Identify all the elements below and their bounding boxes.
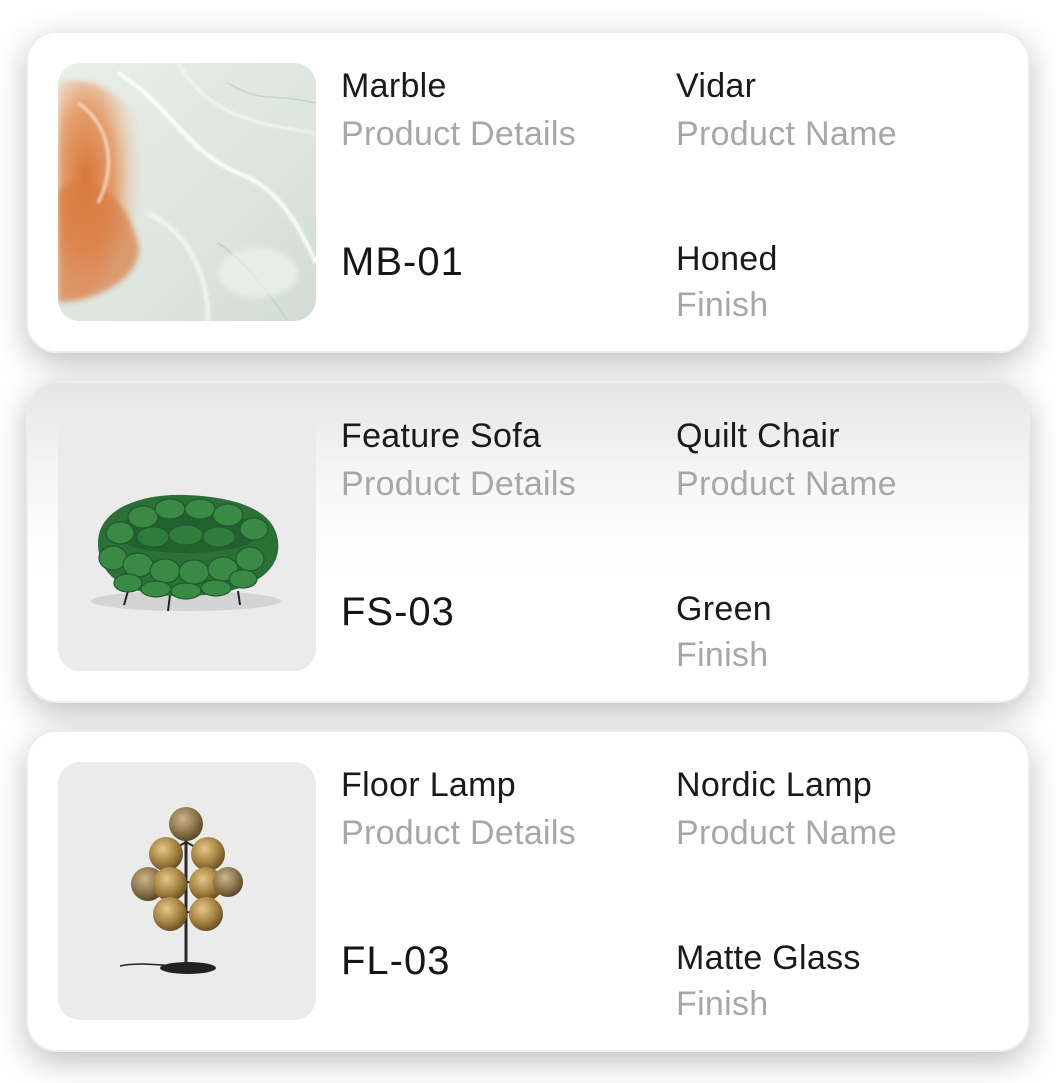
product-card-marble[interactable]: Marble Product Details MB-01 Vidar Produ… [28,33,1028,351]
product-card-lamp[interactable]: Floor Lamp Product Details FL-03 Nordic … [28,732,1028,1050]
product-finish-label: Finish [676,286,769,324]
product-name: Nordic Lamp [676,766,873,804]
product-name: Quilt Chair [676,417,840,455]
nordic-lamp-image [58,762,316,1020]
product-finish: Honed [676,240,778,278]
quilt-chair-image [58,413,316,671]
product-code: MB-01 [341,240,464,284]
product-finish: Matte Glass [676,939,861,977]
product-category: Feature Sofa [341,417,542,455]
product-details-label: Product Details [341,465,577,503]
product-category: Floor Lamp [341,766,516,804]
product-finish-label: Finish [676,636,769,674]
product-details-label: Product Details [341,115,577,153]
product-details-label: Product Details [341,814,577,852]
product-card-sofa[interactable]: Feature Sofa Product Details FS-03 Quilt… [28,383,1028,701]
marble-swatch-image [58,63,316,321]
product-name: Vidar [676,67,757,105]
product-finish: Green [676,590,772,628]
product-code: FS-03 [341,590,455,634]
product-category: Marble [341,67,447,105]
product-code: FL-03 [341,939,451,983]
product-finish-label: Finish [676,985,769,1023]
product-name-label: Product Name [676,465,897,503]
product-name-label: Product Name [676,115,897,153]
product-name-label: Product Name [676,814,897,852]
